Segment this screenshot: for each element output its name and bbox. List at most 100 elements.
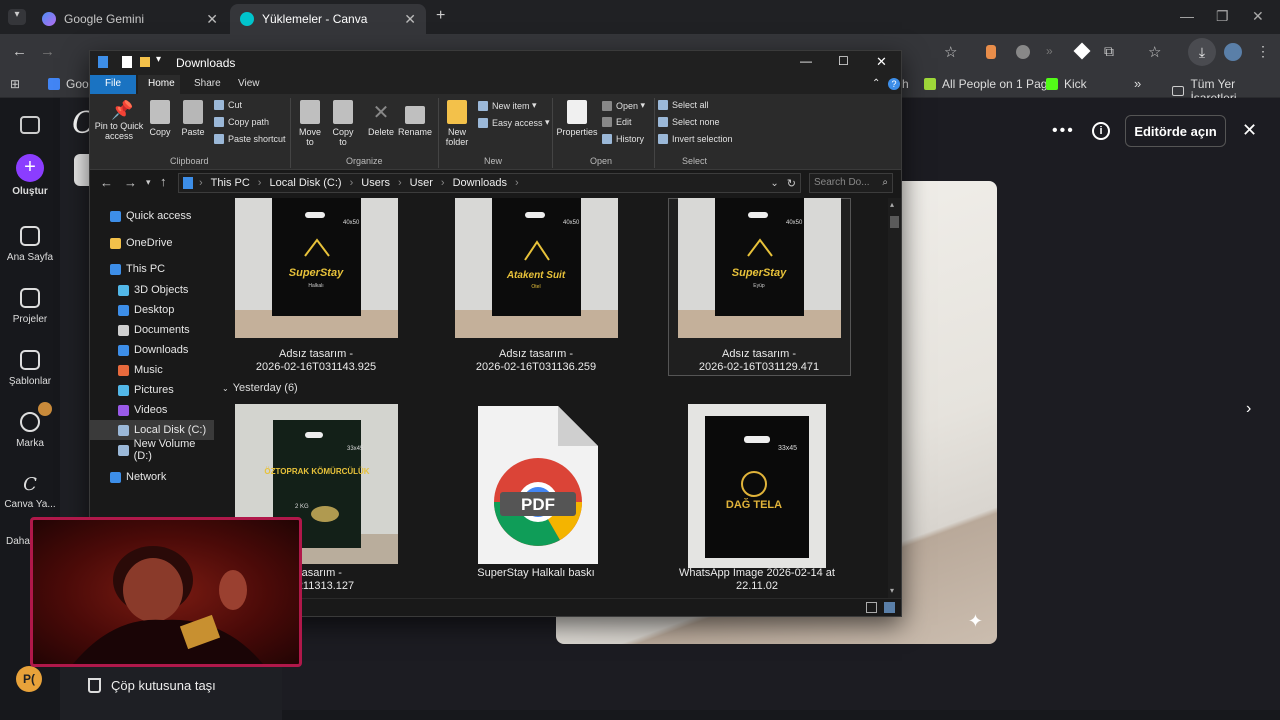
sidebar-item-brand[interactable]: Marka — [0, 412, 60, 449]
avatar[interactable]: P( — [16, 666, 42, 692]
scroll-down-icon[interactable]: ▾ — [890, 586, 894, 595]
new-item-button[interactable]: New item ▾ — [478, 100, 537, 111]
pin-quick-access-button[interactable]: 📌 Pin to Quick access — [94, 100, 144, 141]
nav-item[interactable]: Documents — [90, 320, 190, 340]
copy-path-button[interactable]: Copy path — [214, 117, 269, 127]
more-options-icon[interactable]: ••• — [1052, 122, 1075, 140]
nav-item[interactable]: Desktop — [90, 300, 174, 320]
bookmark-star-icon[interactable]: ☆ — [944, 43, 957, 61]
nav-item[interactable]: Quick access — [90, 206, 191, 226]
file-thumbnail[interactable]: 33x45 DAĞ TELA — [688, 404, 826, 568]
file-name[interactable]: Adsız tasarım -2026-02-16T031143.925 — [216, 348, 416, 374]
rename-button[interactable]: Rename — [398, 100, 432, 137]
file-thumbnail[interactable]: 40x50 SuperStay Eyüp — [678, 198, 841, 338]
chevron-down-icon[interactable]: ⌄ — [770, 178, 778, 189]
file-thumbnail[interactable]: PDF — [478, 406, 598, 566]
maximize-icon[interactable]: ☐ — [838, 54, 849, 68]
large-icons-view-icon[interactable] — [884, 602, 895, 613]
nav-item[interactable]: OneDrive — [90, 233, 172, 253]
menu-icon[interactable]: ⋮ — [1256, 43, 1270, 60]
sidebar-item-create[interactable]: + Oluştur — [0, 154, 60, 197]
nav-item[interactable]: New Volume (D:) — [90, 438, 214, 462]
scrollbar-thumb[interactable] — [890, 216, 899, 228]
nav-item[interactable]: Pictures — [90, 380, 174, 400]
tab-view[interactable]: View — [228, 75, 270, 94]
nav-item[interactable]: This PC — [90, 259, 165, 279]
apps-icon[interactable]: ⊞ — [10, 77, 20, 91]
info-icon[interactable]: i — [1092, 122, 1110, 140]
next-arrow-icon[interactable]: › — [1246, 400, 1251, 418]
forward-icon[interactable]: → — [124, 175, 137, 190]
group-header-yesterday[interactable]: ⌄ Yesterday (6) — [222, 382, 298, 394]
details-view-icon[interactable] — [866, 602, 877, 613]
select-none-button[interactable]: Select none — [658, 117, 720, 127]
refresh-icon[interactable]: ↻ — [787, 177, 796, 190]
tab-file[interactable]: File — [90, 75, 136, 94]
paste-shortcut-button[interactable]: Paste shortcut — [214, 134, 286, 144]
bookmark-all-people[interactable]: All People on 1 Page — [924, 77, 1054, 91]
close-icon[interactable]: ✕ — [876, 54, 887, 70]
sidebar-toggle-icon[interactable] — [20, 116, 40, 134]
extension-icon[interactable] — [1016, 45, 1030, 59]
minimize-icon[interactable]: — — [800, 54, 812, 68]
puzzle-icon[interactable]: ⧉ — [1104, 43, 1114, 60]
scroll-up-icon[interactable]: ▴ — [890, 200, 894, 209]
new-tab-button[interactable]: + — [436, 7, 445, 25]
extension-icon[interactable] — [1073, 42, 1091, 60]
sidebar-item-canva-ai[interactable]: C Canva Ya... — [0, 474, 60, 510]
vertical-scrollbar[interactable]: ▴ ▾ — [888, 198, 901, 598]
minimize-icon[interactable]: — — [1180, 8, 1194, 24]
paste-button[interactable]: Paste — [178, 100, 208, 137]
extension-icon[interactable] — [986, 45, 996, 59]
nav-item[interactable]: Music — [90, 360, 163, 380]
easy-access-button[interactable]: Easy access ▾ — [478, 117, 550, 128]
delete-button[interactable]: ✕ Delete — [366, 100, 396, 137]
file-thumbnail[interactable]: 40x50 SuperStay Halkalı — [235, 198, 398, 338]
sidebar-item-home[interactable]: Ana Sayfa — [0, 226, 60, 263]
tab-home[interactable]: Home — [138, 75, 180, 94]
invert-selection-button[interactable]: Invert selection — [658, 134, 733, 144]
tab-google-gemini[interactable]: Google Gemini ✕ — [32, 4, 228, 34]
history-button[interactable]: History — [602, 134, 644, 144]
close-tab-icon[interactable]: ✕ — [404, 11, 416, 28]
up-icon[interactable]: ↑ — [160, 174, 167, 189]
nav-item[interactable]: Videos — [90, 400, 167, 420]
breadcrumb-item[interactable]: This PC — [211, 177, 250, 189]
file-name[interactable]: Adsız tasarım -2026-02-16T031136.259 — [436, 348, 636, 374]
folder-icon[interactable] — [140, 57, 150, 67]
more-bookmarks-button[interactable]: » — [1134, 76, 1141, 91]
select-all-button[interactable]: Select all — [658, 100, 709, 110]
nav-item[interactable]: Downloads — [90, 340, 188, 360]
extension-icon[interactable]: » — [1046, 44, 1053, 58]
sidebar-item-templates[interactable]: Şablonlar — [0, 350, 60, 387]
copy-button[interactable]: Copy — [146, 100, 174, 137]
file-name[interactable]: SuperStay Halkalı baskı — [436, 567, 636, 580]
breadcrumb-item[interactable]: Users — [361, 177, 390, 189]
trash-button[interactable]: Çöp kutusuna taşı — [88, 678, 216, 693]
file-thumbnail[interactable]: 40x50 Atakent Suit Otel — [455, 198, 618, 338]
breadcrumb-item[interactable]: Downloads — [453, 177, 507, 189]
properties-button[interactable]: Properties — [556, 100, 598, 137]
maximize-icon[interactable]: ❐ — [1216, 8, 1229, 25]
close-icon[interactable]: ✕ — [1252, 8, 1264, 25]
nav-item[interactable]: Network — [90, 467, 166, 487]
bookmark-kick[interactable]: Kick — [1046, 77, 1087, 91]
back-icon[interactable]: ← — [100, 175, 113, 190]
copy-to-button[interactable]: Copy to — [328, 100, 358, 147]
breadcrumb-item[interactable]: Local Disk (C:) — [269, 177, 341, 189]
sidebar-item-projects[interactable]: Projeler — [0, 288, 60, 325]
properties-quick-icon[interactable] — [122, 56, 132, 68]
search-input[interactable]: Search Do... ⌕ — [809, 173, 893, 193]
new-folder-button[interactable]: New folder — [442, 100, 472, 147]
open-in-editor-button[interactable]: Editörde açın — [1125, 115, 1226, 147]
tab-canva[interactable]: Yüklemeler - Canva ✕ — [230, 4, 426, 34]
profile-avatar[interactable] — [1224, 43, 1242, 61]
tab-share[interactable]: Share — [184, 75, 231, 94]
edit-button[interactable]: Edit — [602, 117, 632, 127]
file-name[interactable]: Adsız tasarım -2026-02-16T031129.471 — [659, 348, 859, 374]
close-icon[interactable]: ✕ — [1242, 120, 1257, 141]
breadcrumb[interactable]: › This PC › Local Disk (C:) › Users › User ›… — [178, 173, 801, 193]
help-icon[interactable]: ? — [888, 78, 900, 90]
file-name[interactable]: WhatsApp Image 2026-02-14 at 22.11.02 — [657, 567, 857, 593]
open-button[interactable]: Open ▾ — [602, 100, 645, 111]
